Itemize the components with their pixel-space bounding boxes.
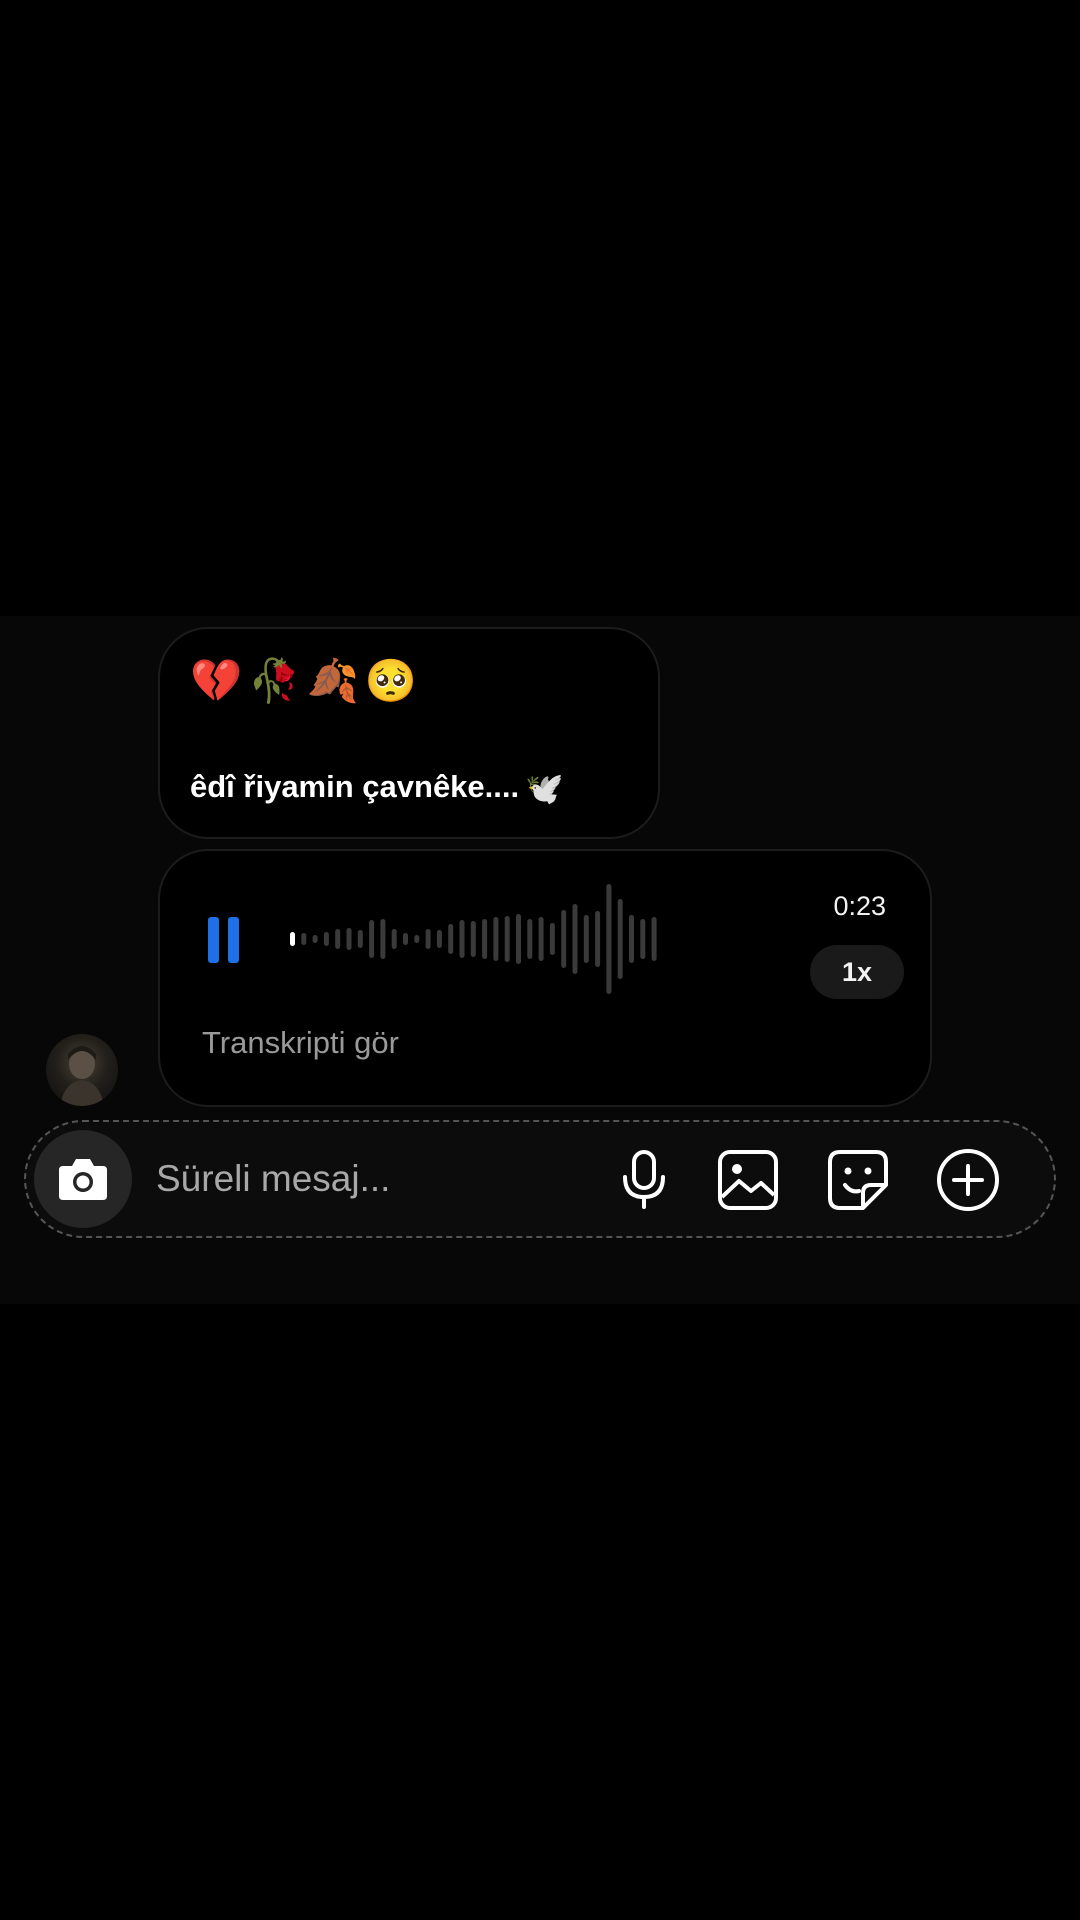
sticker-icon <box>828 1150 888 1210</box>
message-composer <box>24 1120 1056 1238</box>
voice-message-bubble[interactable]: 0:23 1x Transkripti gör <box>158 849 932 1107</box>
waveform-bar <box>346 928 352 950</box>
text-message-bubble[interactable]: 💔🥀🍂🥺 êdî řiyamin çavnêke.... 🕊️ <box>158 627 660 839</box>
pause-button[interactable] <box>204 915 244 965</box>
emoji-line: 💔🥀🍂🥺 <box>190 656 424 705</box>
waveform-bar <box>369 920 375 958</box>
gallery-icon <box>718 1150 778 1210</box>
voice-duration: 0:23 <box>833 891 886 921</box>
waveform-bar <box>538 917 544 961</box>
waveform-bar <box>290 932 295 946</box>
waveform-bar <box>549 923 555 955</box>
waveform-bar <box>436 930 442 948</box>
message-text: êdî řiyamin çavnêke.... <box>190 769 520 804</box>
add-button[interactable] <box>936 1148 1000 1212</box>
waveform-bar <box>380 919 386 959</box>
microphone-button[interactable] <box>612 1148 676 1212</box>
waveform-bar <box>640 919 646 959</box>
waveform-bar <box>323 932 329 946</box>
camera-icon <box>59 1159 107 1200</box>
camera-button[interactable] <box>34 1130 132 1228</box>
waveform-bar <box>301 933 307 945</box>
waveform-bar <box>617 899 623 979</box>
waveform-bar <box>504 916 510 962</box>
waveform-bar <box>335 929 341 949</box>
waveform-bar <box>606 884 612 994</box>
playback-speed-button[interactable]: 1x <box>810 945 904 999</box>
audio-waveform[interactable] <box>288 879 790 999</box>
see-transcript-link[interactable]: Transkripti gör <box>202 1023 399 1063</box>
waveform-bar <box>403 933 408 945</box>
waveform-bar <box>595 911 601 967</box>
waveform-bar <box>312 935 318 943</box>
waveform-bar <box>572 904 578 974</box>
sender-avatar[interactable] <box>46 1034 118 1106</box>
waveform-bar <box>482 919 488 959</box>
waveform-bar <box>527 919 533 959</box>
pause-icon <box>208 917 239 963</box>
waveform-bar <box>629 915 634 963</box>
waveform-bar <box>493 917 499 961</box>
waveform-bar <box>470 921 476 957</box>
waveform-bar <box>561 910 567 968</box>
waveform-bar <box>651 917 657 961</box>
waveform-bar <box>583 915 589 963</box>
gallery-button[interactable] <box>716 1148 780 1212</box>
sticker-button[interactable] <box>826 1148 890 1212</box>
message-text-line: êdî řiyamin çavnêke.... 🕊️ <box>190 767 564 809</box>
add-icon <box>937 1149 999 1211</box>
waveform-bar <box>459 920 465 958</box>
waveform-bar <box>357 930 363 948</box>
waveform-bar <box>391 929 397 949</box>
message-input[interactable] <box>156 1150 596 1208</box>
dove-emoji: 🕊️ <box>525 770 564 806</box>
waveform-bar <box>516 914 521 964</box>
microphone-icon <box>623 1150 665 1209</box>
waveform-bar <box>414 935 420 943</box>
waveform-bar <box>448 924 454 954</box>
profile-avatar-icon <box>60 1046 104 1106</box>
waveform-bar <box>425 929 431 949</box>
